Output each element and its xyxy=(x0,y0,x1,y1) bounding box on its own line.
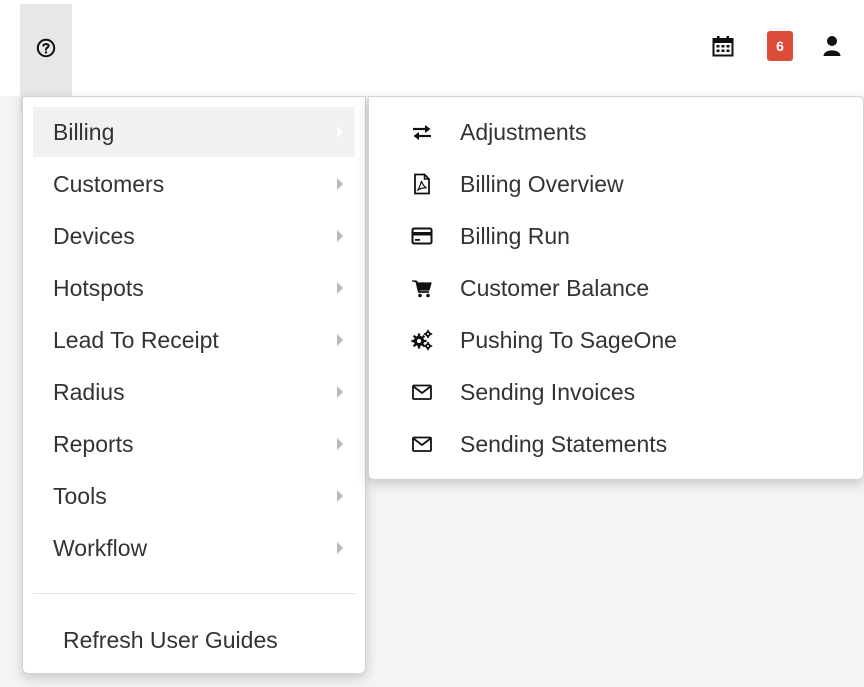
caret-right-icon xyxy=(337,438,343,450)
submenu-item-label: Adjustments xyxy=(460,119,587,145)
menu-item-hotspots[interactable]: Hotspots xyxy=(33,263,355,313)
menu-item-label: Billing xyxy=(53,119,115,145)
question-circle-icon xyxy=(36,38,56,58)
caret-right-icon xyxy=(337,178,343,190)
menu-item-label: Reports xyxy=(53,431,134,457)
submenu-item-label: Billing Run xyxy=(460,223,570,249)
submenu-item-sending-invoices[interactable]: Sending Invoices xyxy=(369,367,863,417)
submenu-item-label: Customer Balance xyxy=(460,275,650,301)
credit-card-icon xyxy=(411,225,433,247)
submenu-item-sending-statements[interactable]: Sending Statements xyxy=(369,419,863,469)
caret-right-icon xyxy=(337,490,343,502)
cogs-icon xyxy=(411,329,433,351)
file-pdf-icon xyxy=(411,173,433,195)
caret-right-icon xyxy=(337,334,343,346)
menu-item-reports[interactable]: Reports xyxy=(33,419,355,469)
top-navbar: 6 xyxy=(0,0,864,112)
billing-submenu: Adjustments Billing Overview Billing Run xyxy=(368,96,864,480)
refresh-user-guides-button[interactable]: Refresh User Guides xyxy=(33,615,355,665)
submenu-item-pushing-to-sageone[interactable]: Pushing To SageOne xyxy=(369,315,863,365)
envelope-icon xyxy=(411,433,433,455)
exchange-icon xyxy=(411,121,433,143)
submenu-item-label: Pushing To SageOne xyxy=(460,327,677,353)
menu-divider xyxy=(33,593,355,594)
user-icon[interactable] xyxy=(822,35,842,57)
caret-right-icon xyxy=(337,386,343,398)
menu-item-customers[interactable]: Customers xyxy=(33,159,355,209)
submenu-item-label: Billing Overview xyxy=(460,171,624,197)
submenu-item-adjustments[interactable]: Adjustments xyxy=(369,107,863,157)
submenu-item-customer-balance[interactable]: Customer Balance xyxy=(369,263,863,313)
menu-item-label: Hotspots xyxy=(53,275,144,301)
menu-item-label: Tools xyxy=(53,483,107,509)
refresh-user-guides-label: Refresh User Guides xyxy=(63,627,278,653)
caret-right-icon xyxy=(337,230,343,242)
submenu-item-label: Sending Statements xyxy=(460,431,668,457)
submenu-item-label: Sending Invoices xyxy=(460,379,636,405)
menu-item-billing[interactable]: Billing xyxy=(33,107,355,157)
submenu-item-billing-overview[interactable]: Billing Overview xyxy=(369,159,863,209)
submenu-item-billing-run[interactable]: Billing Run xyxy=(369,211,863,261)
calendar-icon[interactable] xyxy=(712,35,734,57)
help-dropdown-menu: Billing Customers Devices Hotspots Lead … xyxy=(22,96,366,674)
notification-badge[interactable]: 6 xyxy=(767,31,793,61)
menu-item-radius[interactable]: Radius xyxy=(33,367,355,417)
caret-right-icon xyxy=(337,282,343,294)
menu-item-label: Devices xyxy=(53,223,135,249)
menu-item-label: Lead To Receipt xyxy=(53,327,219,353)
caret-right-icon xyxy=(337,542,343,554)
caret-right-icon xyxy=(337,126,343,138)
menu-item-label: Workflow xyxy=(53,535,148,561)
shopping-cart-icon xyxy=(411,277,433,299)
menu-item-lead-to-receipt[interactable]: Lead To Receipt xyxy=(33,315,355,365)
menu-item-devices[interactable]: Devices xyxy=(33,211,355,261)
envelope-icon xyxy=(411,381,433,403)
menu-item-label: Radius xyxy=(53,379,125,405)
menu-item-tools[interactable]: Tools xyxy=(33,471,355,521)
menu-item-workflow[interactable]: Workflow xyxy=(33,523,355,573)
menu-item-label: Customers xyxy=(53,171,165,197)
